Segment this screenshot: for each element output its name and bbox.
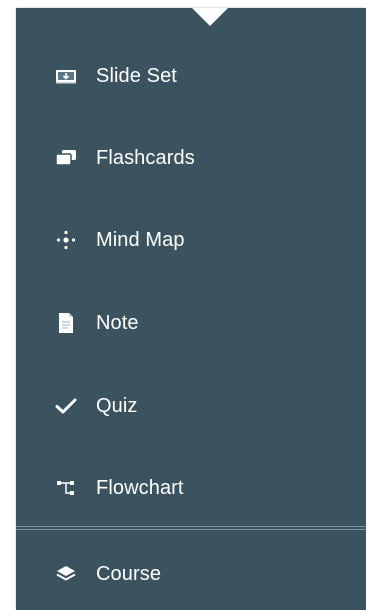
menu-item-course[interactable]: Course: [16, 542, 366, 606]
menu-item-label: Quiz: [96, 395, 138, 417]
slide-set-icon: [54, 64, 78, 88]
menu-item-label: Flashcards: [96, 147, 195, 169]
menu-divider: [16, 526, 366, 530]
menu-item-label: Slide Set: [96, 65, 177, 87]
menu-item-slide-set[interactable]: Slide Set: [16, 44, 366, 108]
flowchart-icon: [54, 476, 78, 500]
menu-screen: Slide Set Flashcards Mind Map Note Quiz …: [0, 0, 366, 610]
note-icon: [54, 311, 78, 335]
check-icon: [54, 394, 78, 418]
menu-item-note[interactable]: Note: [16, 291, 366, 355]
dropdown-caret: [192, 8, 228, 26]
mind-map-icon: [54, 228, 78, 252]
menu-item-label: Note: [96, 312, 139, 334]
flashcards-icon: [54, 146, 78, 170]
menu-item-label: Mind Map: [96, 229, 185, 251]
menu-item-flashcards[interactable]: Flashcards: [16, 126, 366, 190]
course-layers-icon: [54, 562, 78, 586]
menu-item-flowchart[interactable]: Flowchart: [16, 456, 366, 520]
create-menu-dropdown: Slide Set Flashcards Mind Map Note Quiz …: [16, 8, 366, 610]
menu-item-label: Flowchart: [96, 477, 184, 499]
menu-item-label: Course: [96, 563, 162, 585]
menu-item-mind-map[interactable]: Mind Map: [16, 208, 366, 272]
menu-item-quiz[interactable]: Quiz: [16, 374, 366, 438]
